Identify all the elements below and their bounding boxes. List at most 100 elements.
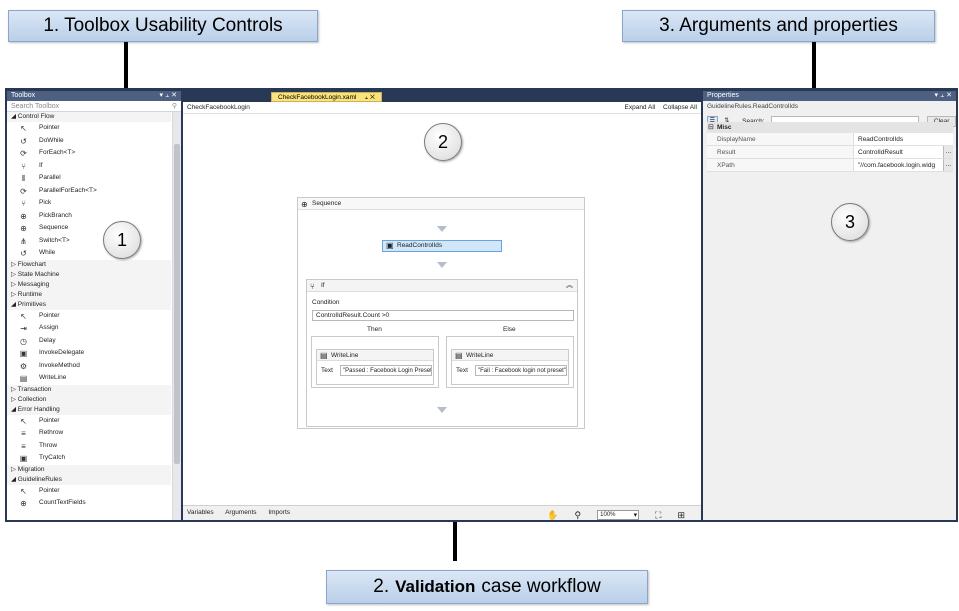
toolbox-category[interactable]: ◢ Control Flow <box>7 112 171 122</box>
property-value[interactable]: "//com.facebook.login.widg <box>853 159 943 171</box>
toolbox-scroll-thumb[interactable] <box>174 144 180 464</box>
toolbox-item[interactable]: ⊕ CountTextFields <box>7 497 171 510</box>
variables-tab[interactable]: Variables <box>187 509 214 516</box>
toolbox-list: ◢ Control Flow ↖ Pointer ↺ DoWhile ⟳ ForEach<T… <box>7 112 171 510</box>
readcontrolids-activity[interactable]: ▣ ReadControlIds <box>382 240 502 252</box>
writeline-activity-else[interactable]: ▤ WriteLine Text "Fail : Facebook login … <box>451 349 569 385</box>
toolbox-category[interactable]: ◢ GuidelineRules <box>7 474 171 485</box>
condition-label: Condition <box>312 299 340 306</box>
condition-input[interactable]: ControlIdResult.Count >0 <box>312 310 574 321</box>
toolbox-item[interactable]: ↖ Pointer <box>7 310 171 323</box>
toolbox-item[interactable]: ⇥ Assign <box>7 322 171 335</box>
pointer-icon: ↖ <box>20 311 27 321</box>
breadcrumb-item[interactable]: CheckFacebookLogin <box>187 102 250 113</box>
activity-icon: ▣ <box>386 241 394 250</box>
expand-all-link[interactable]: Expand All <box>625 104 656 111</box>
toolbox-category[interactable]: ▷ Flowchart <box>7 259 171 270</box>
fit-to-screen-icon[interactable]: ⛶ <box>655 508 661 520</box>
toolbox-item[interactable]: ↺ DoWhile <box>7 135 171 148</box>
toolbox-item-label: Pick <box>39 199 52 206</box>
else-branch[interactable]: ▤ WriteLine Text "Fail : Facebook login … <box>446 336 574 388</box>
toolbox-item[interactable]: ⊕ Sequence <box>7 222 171 235</box>
toolbox-item[interactable]: ⚙ InvokeMethod <box>7 360 171 373</box>
toolbox-category[interactable]: ◢ Error Handling <box>7 404 171 415</box>
toolbox-item[interactable]: ⦀ Parallel <box>7 172 171 185</box>
toolbox-item[interactable]: ↖ Pointer <box>7 485 171 498</box>
writeline-header[interactable]: ▤ WriteLine <box>317 350 433 361</box>
toolbox-scrollbar[interactable] <box>172 112 181 520</box>
toolbox-item[interactable]: ▣ InvokeDelegate <box>7 347 171 360</box>
callout-properties-text: 3. Arguments and properties <box>659 15 898 36</box>
drop-target-icon[interactable] <box>437 262 447 268</box>
writeline-text-input[interactable]: "Fail : Facebook login not preset" <box>475 365 567 376</box>
toolbox-item[interactable]: ↺ While <box>7 247 171 260</box>
property-grid: Misc DisplayName ReadControlIds Result C… <box>707 122 953 172</box>
toolbox-item[interactable]: ⊕ PickBranch <box>7 210 171 223</box>
toolbox-item[interactable]: ⟳ ForEach<T> <box>7 147 171 160</box>
toolbox-header: Toolbox ▾ ⫠ ✕ <box>7 91 181 101</box>
search-icon[interactable]: ⚲ <box>172 101 177 111</box>
toolbox-item-label: TryCatch <box>39 454 66 461</box>
writeline-text-label: Text <box>456 367 468 374</box>
writeline-icon: ▤ <box>19 374 28 383</box>
property-value[interactable]: ReadControlIds <box>853 133 953 145</box>
properties-window-controls[interactable]: ▾ ⫠ ✕ <box>934 91 952 101</box>
zoom-icon[interactable]: ⚲ <box>575 508 582 520</box>
arguments-tab[interactable]: Arguments <box>225 509 256 516</box>
collapse-icon[interactable]: ︽ <box>566 280 573 292</box>
toolbox-item[interactable]: ⑂ If <box>7 160 171 173</box>
sequence-header[interactable]: ⊕ Sequence <box>298 198 584 210</box>
toolbox-category[interactable]: ▷ Collection <box>7 394 171 405</box>
trycatch-icon: ▣ <box>19 454 28 463</box>
collapse-all-link[interactable]: Collapse All <box>663 104 697 111</box>
overview-icon[interactable]: ⊞ <box>677 508 685 520</box>
property-row[interactable]: Result ControlIdResult … <box>707 146 953 159</box>
sequence-activity[interactable]: ⊕ Sequence ▣ ReadControlIds ⑂ If ︽ Condi… <box>297 197 585 429</box>
workflow-canvas[interactable]: ⊕ Sequence ▣ ReadControlIds ⑂ If ︽ Condi… <box>183 114 701 505</box>
toolbox-item[interactable]: ◷ Delay <box>7 335 171 348</box>
toolbox-item[interactable]: ↖ Pointer <box>7 415 171 428</box>
toolbox-item[interactable]: ↖ Pointer <box>7 122 171 135</box>
tab-checkfacebooklogin[interactable]: CheckFacebookLogin.xaml ⫠ ✕ <box>271 92 382 102</box>
toolbox-item[interactable]: ▤ WriteLine <box>7 372 171 385</box>
writeline-header[interactable]: ▤ WriteLine <box>452 350 568 361</box>
toolbox-search-placeholder: Search Toolbox <box>11 103 60 110</box>
toolbox-category[interactable]: ▷ Messaging <box>7 279 171 290</box>
property-row[interactable]: XPath "//com.facebook.login.widg … <box>707 159 953 172</box>
drop-target-icon[interactable] <box>437 226 447 232</box>
toolbox-item[interactable]: ⟳ ParallelForEach<T> <box>7 185 171 198</box>
writeline-text-input[interactable]: "Passed : Facebook Login Preset" <box>340 365 432 376</box>
drop-target-icon[interactable] <box>437 407 447 413</box>
toolbox-item-label: If <box>39 161 43 169</box>
if-icon: ⑂ <box>310 282 315 291</box>
if-activity[interactable]: ⑂ If ︽ Condition ControlIdResult.Count >… <box>306 279 578 427</box>
toolbox-window-controls[interactable]: ▾ ⫠ ✕ <box>159 91 177 101</box>
toolbox-item[interactable]: ⋔ Switch<T> <box>7 235 171 248</box>
toolbox-category[interactable]: ◢ Primitives <box>7 299 171 310</box>
then-branch[interactable]: ▤ WriteLine Text "Passed : Facebook Logi… <box>311 336 439 388</box>
toolbox-item[interactable]: ≡ Throw <box>7 440 171 453</box>
toolbox-item[interactable]: ≡ Rethrow <box>7 427 171 440</box>
ellipsis-button[interactable]: … <box>943 159 953 171</box>
property-row[interactable]: DisplayName ReadControlIds <box>707 133 953 146</box>
toolbox-search-input[interactable]: Search Toolbox ⚲ <box>7 101 181 112</box>
toolbox-category[interactable]: ▷ Transaction <box>7 384 171 395</box>
pointer-icon: ↖ <box>20 416 27 426</box>
writeline-activity-then[interactable]: ▤ WriteLine Text "Passed : Facebook Logi… <box>316 349 434 385</box>
toolbox-item[interactable]: ▣ TryCatch <box>7 452 171 465</box>
toolbox-category[interactable]: ▷ Migration <box>7 464 171 475</box>
pan-icon[interactable]: ✋ <box>547 508 558 520</box>
imports-tab[interactable]: Imports <box>268 509 290 516</box>
toolbox-category[interactable]: ▷ State Machine <box>7 269 171 280</box>
toolbox-category[interactable]: ▷ Runtime <box>7 289 171 300</box>
ellipsis-button[interactable]: … <box>943 146 953 158</box>
tab-controls[interactable]: ⫠ ✕ <box>364 94 375 101</box>
rethrow-icon: ≡ <box>21 429 26 438</box>
property-value[interactable]: ControlIdResult <box>853 146 943 158</box>
category-misc[interactable]: Misc <box>707 122 953 133</box>
throw-icon: ≡ <box>21 441 26 451</box>
toolbox-item[interactable]: ⑂ Pick <box>7 197 171 210</box>
if-header[interactable]: ⑂ If ︽ <box>307 280 577 292</box>
zoom-select[interactable]: 100% <box>597 510 640 520</box>
pointer-icon: ↖ <box>20 124 27 133</box>
